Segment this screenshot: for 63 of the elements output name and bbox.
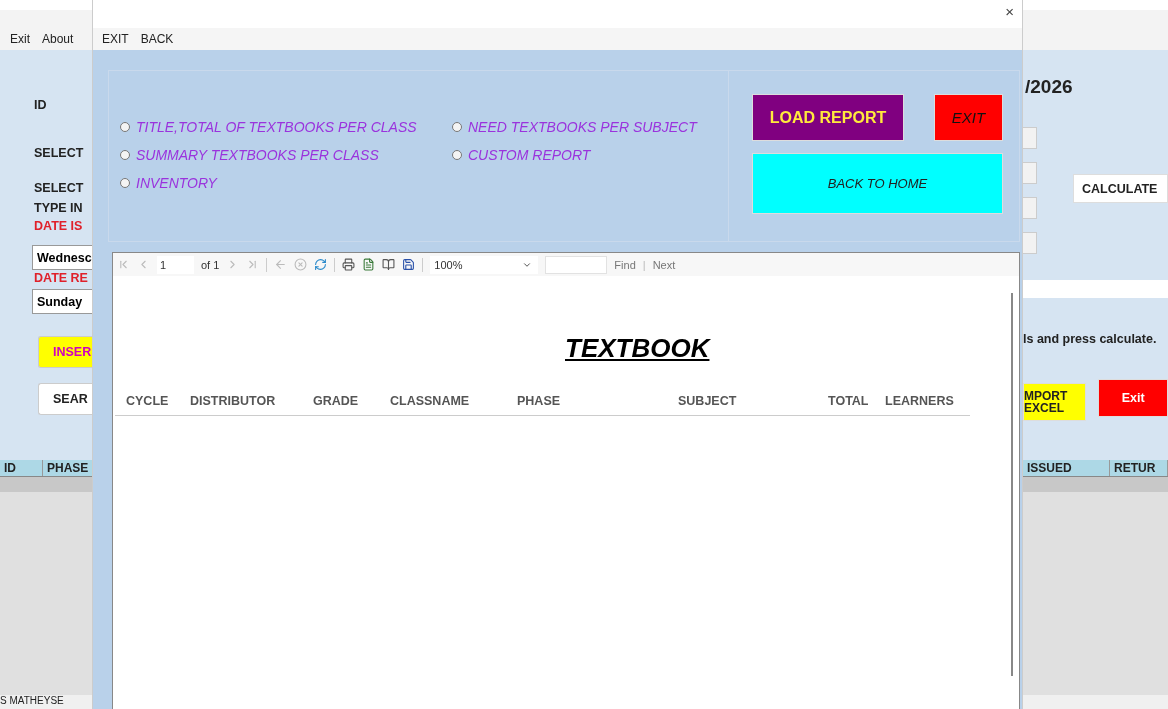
find-field[interactable] xyxy=(545,255,608,274)
import-excel-button[interactable]: MPORT EXCEL xyxy=(1023,383,1087,421)
field-label: SELECT xyxy=(34,181,84,196)
field-label: ID xyxy=(34,98,47,113)
column-header: LEARNERS xyxy=(885,394,955,408)
column-header: CLASSNAME xyxy=(390,394,471,408)
separator-text: | xyxy=(642,258,646,271)
home-button[interactable]: BACK TO HOME xyxy=(752,153,1003,214)
column-header: ISSUED xyxy=(1023,460,1110,476)
radio-button[interactable] xyxy=(120,150,130,160)
radio-button[interactable] xyxy=(452,122,462,132)
hint-text: ls and press calculate. xyxy=(1023,332,1158,346)
find-link[interactable]: Find xyxy=(614,258,636,271)
zoom-dropdown[interactable]: 100% xyxy=(430,255,539,274)
close-button[interactable]: × xyxy=(997,0,1022,22)
first-page-icon[interactable] xyxy=(117,258,130,271)
menu-item[interactable]: EXIT xyxy=(102,32,129,46)
field-label: DATE IS xyxy=(34,219,83,234)
field-label: SELECT xyxy=(34,146,84,161)
grid-row[interactable] xyxy=(0,477,92,492)
next-link[interactable]: Next xyxy=(652,258,676,271)
radio-button[interactable] xyxy=(120,178,130,188)
exit-button[interactable]: EXIT xyxy=(934,94,1003,141)
load-report-button[interactable]: LOAD REPORT xyxy=(752,94,904,141)
column-header: RETUR xyxy=(1110,460,1168,476)
radio-button[interactable] xyxy=(452,150,462,160)
stop-icon[interactable] xyxy=(294,258,308,271)
refresh-icon[interactable] xyxy=(314,258,328,271)
report-title: TEXTBOOK xyxy=(565,333,710,364)
page-count: of 1 xyxy=(201,258,220,271)
menu-item[interactable]: About xyxy=(42,32,74,50)
field-label: DATE RE xyxy=(34,271,88,286)
date-field[interactable]: Sunday xyxy=(32,289,92,314)
grid-row[interactable] xyxy=(1023,477,1168,492)
print-icon[interactable] xyxy=(342,258,356,271)
input-field[interactable] xyxy=(1023,197,1037,219)
status-text: S MATHEYSE xyxy=(0,695,92,709)
input-field[interactable] xyxy=(1023,162,1037,184)
date-field[interactable]: Wednesc xyxy=(32,245,92,270)
radio-button[interactable] xyxy=(120,122,130,132)
column-header: TOTAL xyxy=(828,394,870,408)
field-label: TYPE IN xyxy=(34,201,83,216)
column-header: SUBJECT xyxy=(678,394,738,408)
column-header: ID xyxy=(0,460,43,476)
scrollbar[interactable] xyxy=(1011,293,1013,676)
book-icon[interactable] xyxy=(382,258,396,271)
column-header: GRADE xyxy=(313,394,360,408)
date-text: /2026 xyxy=(1025,76,1074,98)
calculate-button[interactable]: CALCULATE xyxy=(1073,174,1168,203)
page-field[interactable]: 1 xyxy=(157,255,194,274)
back-icon[interactable] xyxy=(274,258,288,271)
column-header: PHASE xyxy=(517,394,562,408)
column-header: CYCLE xyxy=(126,394,170,408)
menu-item[interactable]: BACK xyxy=(140,32,174,46)
page-layout-icon[interactable] xyxy=(362,258,376,271)
column-header: DISTRIBUTOR xyxy=(190,394,277,408)
exit-button[interactable]: Exit xyxy=(1098,379,1168,417)
input-field[interactable] xyxy=(1023,232,1037,254)
input-field[interactable] xyxy=(1023,127,1037,149)
save-icon[interactable] xyxy=(402,258,416,271)
insert-button[interactable]: INSER xyxy=(38,336,92,368)
search-button[interactable]: SEAR xyxy=(38,383,92,415)
menu-item[interactable]: Exit xyxy=(10,32,30,50)
